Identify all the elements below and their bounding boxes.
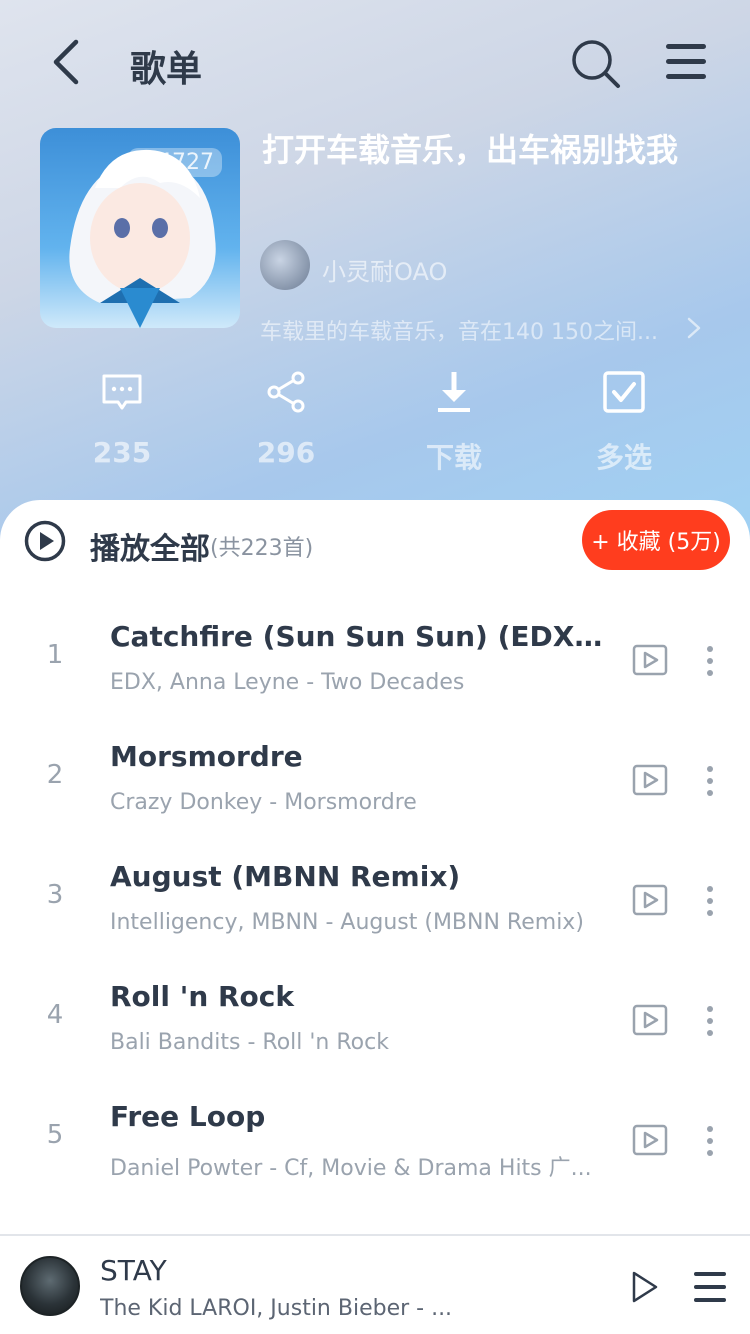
track-number: 4 — [46, 1000, 64, 1030]
video-icon[interactable] — [632, 884, 668, 916]
track-row[interactable]: 5 Free Loop Daniel Powter - Cf, Movie & … — [0, 1080, 750, 1200]
multiselect-button[interactable]: 多选 — [564, 370, 684, 476]
checkbox-icon — [603, 371, 645, 413]
share-button[interactable]: 296 — [226, 370, 346, 469]
playlist-cover[interactable]: 4727 — [40, 128, 240, 328]
track-artist-album: Daniel Powter - Cf, Movie & Drama Hits 广… — [110, 1156, 592, 1181]
download-button[interactable]: 下载 — [394, 370, 514, 476]
video-icon[interactable] — [632, 764, 668, 796]
comment-icon — [102, 374, 142, 410]
video-icon[interactable] — [632, 644, 668, 676]
track-number: 3 — [46, 880, 64, 910]
download-label: 下载 — [425, 441, 482, 474]
track-row[interactable]: 2 Morsmordre Crazy Donkey - Morsmordre — [0, 720, 750, 840]
now-playing-title: STAY — [100, 1254, 167, 1287]
chevron-right-icon[interactable] — [684, 316, 704, 340]
comment-count: 235 — [92, 436, 152, 469]
video-icon[interactable] — [632, 1124, 668, 1156]
multiselect-label: 多选 — [595, 441, 652, 474]
track-number: 1 — [46, 640, 64, 670]
search-icon[interactable] — [568, 36, 622, 90]
now-playing-artwork[interactable] — [20, 1256, 80, 1316]
play-count-badge: 4727 — [128, 148, 222, 177]
playlist-title: 打开车载音乐，出车祸别找我 — [262, 131, 679, 169]
playlist-description[interactable]: 车载里的车载音乐，音在140 150之间... — [260, 314, 660, 346]
track-artist-album: EDX, Anna Leyne - Two Decades — [110, 670, 465, 695]
more-icon[interactable] — [700, 1124, 720, 1158]
play-icon — [137, 153, 152, 172]
menu-icon[interactable] — [664, 40, 708, 84]
more-icon[interactable] — [700, 884, 720, 918]
track-row[interactable]: 4 Roll 'n Rock Bali Bandits - Roll 'n Ro… — [0, 960, 750, 1080]
mini-player[interactable]: STAY The Kid LAROI, Justin Bieber - ... — [0, 1234, 750, 1334]
now-playing-artist: The Kid LAROI, Justin Bieber - ... — [100, 1296, 453, 1321]
back-arrow-icon[interactable] — [44, 36, 88, 88]
page-title: 歌单 — [130, 49, 203, 90]
track-title: Free Loop — [110, 1100, 266, 1133]
video-icon[interactable] — [632, 1004, 668, 1036]
download-icon — [438, 372, 470, 412]
track-count: (共223首) — [210, 536, 314, 561]
track-number: 2 — [46, 760, 64, 790]
share-count: 296 — [256, 436, 316, 469]
track-artist-album: Intelligency, MBNN - August (MBNN Remix) — [110, 910, 584, 935]
track-title: August (MBNN Remix) — [110, 860, 461, 893]
share-icon — [267, 371, 305, 413]
track-number: 5 — [46, 1120, 64, 1150]
playlist-queue-icon[interactable] — [692, 1270, 728, 1304]
track-artist-album: Bali Bandits - Roll 'n Rock — [110, 1030, 389, 1055]
more-icon[interactable] — [700, 1004, 720, 1038]
track-title: Roll 'n Rock — [110, 980, 295, 1013]
track-row[interactable]: 1 Catchfire (Sun Sun Sun) (EDX's M... ED… — [0, 600, 750, 720]
track-title: Morsmordre — [110, 740, 303, 773]
play-count: 4727 — [158, 150, 214, 175]
collect-button[interactable]: + 收藏 (5万) — [582, 510, 730, 570]
track-artist-album: Crazy Donkey - Morsmordre — [110, 790, 417, 815]
creator-avatar[interactable] — [260, 240, 310, 290]
creator-name[interactable]: 小灵耐OAO — [322, 252, 447, 287]
play-all-button[interactable]: 播放全部 — [90, 524, 210, 568]
more-icon[interactable] — [700, 644, 720, 678]
play-all-icon[interactable] — [24, 520, 66, 562]
top-bar: 歌单 — [0, 0, 750, 120]
track-row[interactable]: 3 August (MBNN Remix) Intelligency, MBNN… — [0, 840, 750, 960]
more-icon[interactable] — [700, 764, 720, 798]
play-icon[interactable] — [630, 1270, 660, 1304]
comment-button[interactable]: 235 — [62, 370, 182, 469]
track-title: Catchfire (Sun Sun Sun) (EDX's M... — [110, 620, 606, 653]
